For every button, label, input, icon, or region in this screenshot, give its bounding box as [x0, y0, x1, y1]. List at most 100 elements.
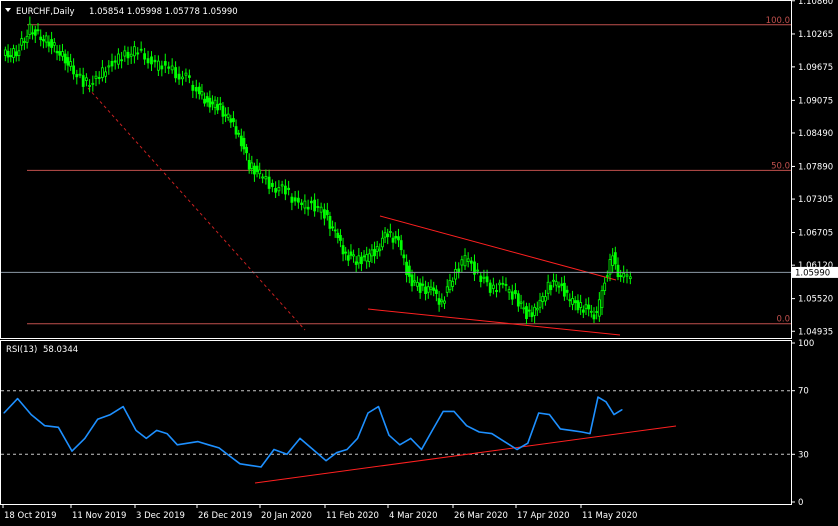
rsi-point	[228, 455, 231, 457]
rsi-value: 58.0344	[43, 345, 78, 355]
x-tick-label: 3 Dec 2019	[136, 511, 185, 521]
candle-body	[322, 209, 326, 219]
candle-body	[402, 254, 406, 259]
candle-body	[216, 104, 220, 111]
candle-body	[88, 85, 91, 87]
x-tick-label: 4 Mar 2020	[389, 511, 437, 521]
rsi-point	[57, 426, 60, 428]
rsi-point	[367, 412, 369, 414]
candle-body	[479, 275, 483, 282]
candle-body	[274, 188, 278, 193]
rsi-point	[30, 413, 32, 416]
candle-body	[283, 185, 287, 195]
candle-body	[181, 76, 184, 80]
rsi-point	[207, 444, 210, 446]
candle-body	[399, 240, 403, 251]
rsi-point	[97, 418, 99, 420]
candle-body	[432, 287, 436, 291]
candle-body	[349, 251, 353, 256]
x-tick-label: 11 May 2020	[582, 511, 637, 521]
fib-level-label: 0.0	[776, 315, 790, 325]
rsi-point	[491, 433, 493, 435]
candle-body	[530, 312, 534, 318]
candle-body	[357, 255, 361, 264]
rsi-point	[197, 440, 199, 443]
rsi-point	[431, 429, 433, 432]
candle-body	[309, 200, 313, 204]
candle-body	[568, 299, 572, 302]
candle-body	[280, 184, 284, 187]
candle-body	[416, 282, 419, 287]
candle-body	[226, 113, 230, 118]
rsi-label: RSI(13)	[6, 345, 37, 355]
candle-body	[6, 50, 10, 58]
candle-body	[418, 282, 422, 293]
candle-body	[78, 73, 82, 76]
candle-body	[533, 306, 537, 316]
y-tick-label: 1.05520	[798, 295, 833, 305]
candle-body	[69, 61, 73, 67]
candle-body	[303, 200, 307, 209]
rsi-point	[166, 433, 168, 435]
candle-body	[9, 55, 13, 57]
candle-body	[445, 286, 449, 293]
rsi-point	[516, 448, 518, 451]
candle-body	[383, 232, 387, 238]
rsi-point	[299, 437, 301, 439]
candle-body	[139, 48, 143, 51]
candle-body	[541, 296, 545, 302]
candle-body	[573, 300, 577, 304]
candle-body	[234, 126, 238, 135]
candle-body	[264, 176, 268, 180]
candle-body	[603, 282, 607, 291]
candle-body	[313, 199, 317, 212]
candle-body	[613, 252, 617, 265]
candle-body	[3, 49, 7, 56]
x-tick-label: 17 Apr 2020	[517, 511, 570, 521]
candle-body	[39, 36, 43, 41]
rsi-point	[156, 429, 158, 432]
y-tick-label: 1.09075	[798, 96, 833, 106]
rsi-point	[581, 431, 583, 433]
candle-body	[391, 237, 395, 243]
candle-body	[75, 74, 79, 78]
candle-body	[341, 245, 345, 255]
candle-body	[81, 75, 85, 87]
candle-body	[344, 251, 348, 254]
rsi-header: RSI(13) 58.0344	[6, 345, 78, 355]
candle-body	[129, 53, 133, 57]
candle-body	[451, 280, 455, 287]
candle-body	[331, 226, 334, 229]
candle-body	[454, 269, 457, 280]
candle-body	[463, 255, 467, 267]
candle-body	[514, 290, 517, 295]
y-tick-label: 1.04935	[798, 327, 833, 337]
candle-body	[296, 197, 300, 203]
rsi-point	[442, 410, 444, 412]
candle-body	[424, 286, 427, 295]
rsi-point	[218, 447, 220, 449]
candle-body	[66, 57, 70, 66]
candle-body	[413, 280, 417, 283]
candle-body	[58, 51, 62, 56]
rsi-point	[420, 448, 423, 451]
candle-body	[362, 255, 366, 258]
rsi-point	[621, 409, 623, 411]
candle-body	[375, 246, 379, 252]
candle-body	[457, 268, 461, 273]
current-price-label: 1.05990	[795, 268, 830, 278]
y-tick-label: 1.10860	[798, 0, 833, 7]
candle-body	[608, 259, 612, 275]
candle-body	[565, 289, 569, 293]
y-tick-label: 1.06705	[798, 229, 833, 239]
candle-body	[287, 187, 291, 190]
rsi-point	[356, 437, 359, 439]
rsi-point	[3, 412, 5, 414]
candle-body	[123, 50, 127, 57]
candle-body	[14, 51, 18, 57]
rsi-point	[249, 464, 252, 467]
candle-body	[507, 289, 511, 293]
candle-body	[270, 182, 274, 187]
candle-body	[187, 75, 191, 78]
candle-body	[91, 82, 95, 85]
